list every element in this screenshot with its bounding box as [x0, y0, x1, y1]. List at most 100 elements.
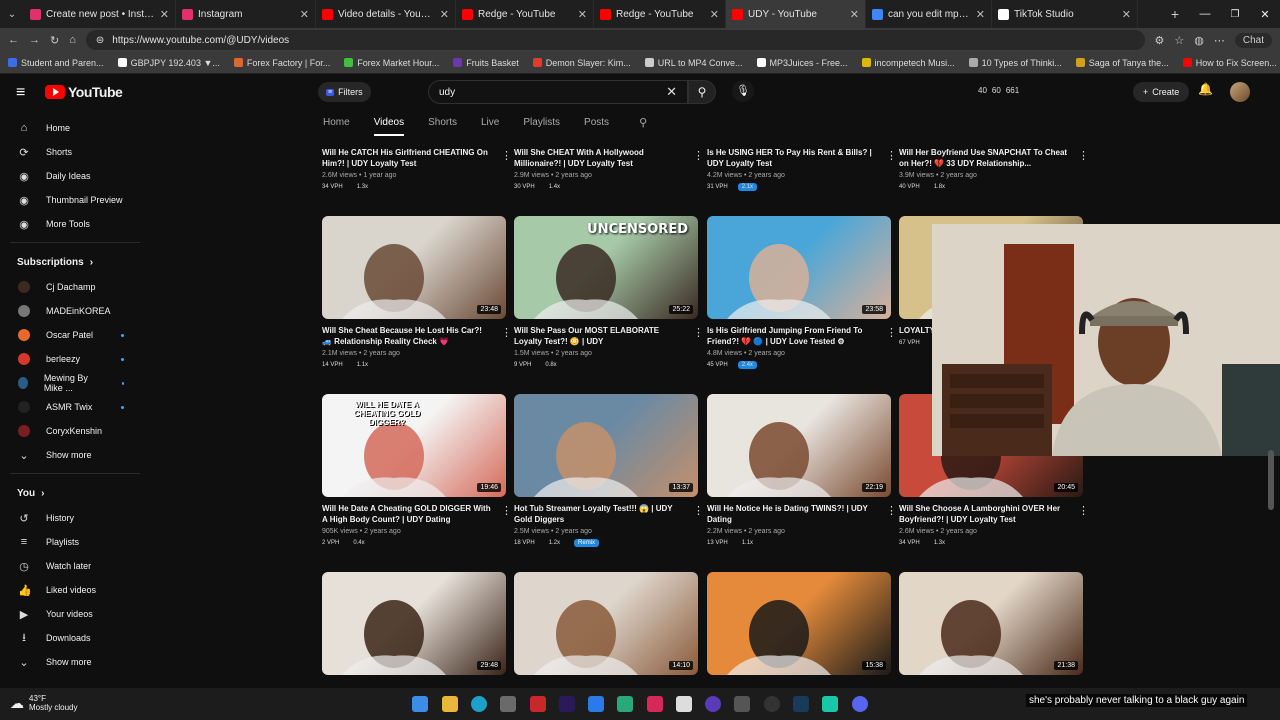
- video-options-icon[interactable]: ⋮: [501, 326, 512, 339]
- site-info-icon[interactable]: ⊜: [96, 35, 104, 46]
- file-explorer-icon[interactable]: [442, 696, 458, 712]
- app-icon-blue[interactable]: [588, 696, 604, 712]
- channel-tab-live[interactable]: Live: [481, 112, 499, 136]
- app-icon-pink[interactable]: [647, 696, 663, 712]
- video-options-icon[interactable]: ⋮: [501, 504, 512, 517]
- bookmark-item[interactable]: Demon Slayer: Kim...: [532, 58, 631, 68]
- video-thumbnail[interactable]: 14:10: [514, 572, 698, 675]
- video-title[interactable]: Will He CATCH His Girlfriend CHEATING On…: [322, 147, 492, 169]
- bookmark-star-icon[interactable]: ☆: [1174, 34, 1184, 47]
- close-tab-icon[interactable]: ✕: [578, 8, 587, 21]
- sidebar-sub-item[interactable]: Mewing By Mike ...: [0, 371, 150, 395]
- sidebar-sub-item[interactable]: Cj Dachamp: [0, 275, 150, 299]
- app-icon-green[interactable]: [617, 696, 633, 712]
- close-tab-icon[interactable]: ✕: [976, 8, 985, 21]
- video-options-icon[interactable]: ⋮: [886, 149, 897, 162]
- video-thumbnail[interactable]: 21:38: [899, 572, 1083, 675]
- browser-tab[interactable]: Video details - YouTube Stu ✕: [316, 0, 456, 28]
- video-thumbnail[interactable]: 23:48: [322, 216, 506, 319]
- maximize-icon[interactable]: ❐: [1220, 9, 1250, 20]
- video-card[interactable]: Is He USING HER To Pay His Rent & Bills?…: [707, 141, 897, 191]
- store-icon[interactable]: [500, 696, 516, 712]
- video-title[interactable]: Is He USING HER To Pay His Rent & Bills?…: [707, 147, 877, 169]
- video-title[interactable]: Will He Date A Cheating GOLD DIGGER With…: [322, 503, 492, 525]
- video-card[interactable]: Will Her Boyfriend Use SNAPCHAT To Cheat…: [899, 141, 1089, 191]
- sidebar-sub-item[interactable]: berleezy: [0, 347, 150, 371]
- channel-tab-videos[interactable]: Videos: [373, 112, 405, 136]
- premiere-icon[interactable]: [559, 696, 575, 712]
- sidebar-item-shorts[interactable]: ⟳ Shorts: [0, 140, 150, 164]
- video-thumbnail[interactable]: UNCENSORED 25:22: [514, 216, 698, 319]
- sidebar-item-thumbnail-preview[interactable]: ◉ Thumbnail Preview: [0, 188, 150, 212]
- sidebar-item-playlists[interactable]: ≡ Playlists: [0, 530, 150, 554]
- sidebar-item-more-tools[interactable]: ◉ More Tools: [0, 212, 150, 236]
- video-title[interactable]: Will She Pass Our MOST ELABORATE Loyalty…: [514, 325, 684, 347]
- browser-tab[interactable]: UDY - YouTube ✕: [726, 0, 866, 28]
- extension-stats[interactable]: 40 60 661: [978, 86, 1019, 95]
- avatar[interactable]: [1230, 82, 1250, 102]
- bookmark-item[interactable]: URL to MP4 Conve...: [644, 58, 743, 68]
- sidebar-sub-item[interactable]: Oscar Patel: [0, 323, 150, 347]
- forward-icon[interactable]: →: [29, 34, 40, 46]
- remix-badge[interactable]: Remix: [574, 539, 600, 547]
- browser-tab[interactable]: Redge - YouTube ✕: [594, 0, 726, 28]
- close-tab-icon[interactable]: ✕: [160, 8, 169, 21]
- close-tab-icon[interactable]: ✕: [1122, 8, 1131, 21]
- bookmark-item[interactable]: incompetech Musi...: [861, 58, 955, 68]
- notifications-icon[interactable]: 🔔: [1198, 82, 1213, 96]
- video-options-icon[interactable]: ⋮: [693, 504, 704, 517]
- video-title[interactable]: Will Her Boyfriend Use SNAPCHAT To Cheat…: [899, 147, 1069, 169]
- sidebar-item-home[interactable]: ⌂ Home: [0, 116, 150, 140]
- bookmark-item[interactable]: Forex Factory | For...: [233, 58, 330, 68]
- video-card[interactable]: 13:37 Hot Tub Streamer Loyalty Test!!! 😱 …: [514, 394, 704, 547]
- browser-tab[interactable]: Instagram ✕: [176, 0, 316, 28]
- weather-widget[interactable]: ☁ 43°F Mostly cloudy: [10, 694, 77, 712]
- video-title[interactable]: Will She Choose A Lamborghini OVER Her B…: [899, 503, 1069, 525]
- scrollbar[interactable]: [1268, 450, 1274, 510]
- bookmark-item[interactable]: Forex Market Hour...: [344, 58, 439, 68]
- video-title[interactable]: Will He Notice He is Dating TWINS?! | UD…: [707, 503, 877, 525]
- channel-tab-playlists[interactable]: Playlists: [523, 112, 560, 136]
- video-card[interactable]: 23:58 Is His Girlfriend Jumping From Frie…: [707, 216, 897, 369]
- video-card[interactable]: 15:38: [707, 572, 891, 675]
- clear-search-icon[interactable]: ✕: [666, 84, 677, 100]
- reload-icon[interactable]: ↻: [50, 34, 59, 47]
- create-button[interactable]: + Create: [1133, 82, 1190, 102]
- sidebar-item-daily-ideas[interactable]: ◉ Daily Ideas: [0, 164, 150, 188]
- channel-tab-posts[interactable]: Posts: [584, 112, 609, 136]
- video-options-icon[interactable]: ⋮: [886, 326, 897, 339]
- close-tab-icon[interactable]: ✕: [300, 8, 309, 21]
- app-icon-purple[interactable]: [705, 696, 721, 712]
- calculator-icon[interactable]: [734, 696, 750, 712]
- back-icon[interactable]: ←: [8, 34, 19, 46]
- bookmark-item[interactable]: How to Fix Screen...: [1182, 58, 1277, 68]
- edge-icon[interactable]: [471, 696, 487, 712]
- video-title[interactable]: Will She Cheat Because He Lost His Car?!…: [322, 325, 492, 347]
- video-options-icon[interactable]: ⋮: [1078, 149, 1089, 162]
- video-thumbnail[interactable]: WILL HE DATE A CHEATING GOLD DIGGER? 19:4…: [322, 394, 506, 497]
- close-tab-icon[interactable]: ✕: [710, 8, 719, 21]
- sidebar-item-liked-videos[interactable]: 👍 Liked videos: [0, 578, 150, 602]
- extensions-icon[interactable]: ⚙: [1155, 34, 1165, 47]
- video-card[interactable]: Will He CATCH His Girlfriend CHEATING On…: [322, 141, 512, 191]
- start-icon[interactable]: [412, 696, 428, 712]
- close-tab-icon[interactable]: ✕: [850, 8, 859, 21]
- more-menu-icon[interactable]: ⋯: [1214, 34, 1225, 47]
- sidebar-item-your-videos[interactable]: ▶ Your videos: [0, 602, 150, 626]
- video-title[interactable]: Will She CHEAT With A Hollywood Milliona…: [514, 147, 684, 169]
- bookmark-item[interactable]: 10 Types of Thinki...: [968, 58, 1062, 68]
- filters-button[interactable]: ≡ Filters: [318, 82, 371, 102]
- show-more-you[interactable]: ⌄ Show more: [0, 650, 150, 674]
- channel-tab-shorts[interactable]: Shorts: [428, 112, 457, 136]
- app-icon-white[interactable]: [676, 696, 692, 712]
- youtube-logo[interactable]: YouTube: [45, 84, 123, 100]
- bookmark-item[interactable]: Saga of Tanya the...: [1075, 58, 1169, 68]
- sidebar-sub-item[interactable]: CoryxKenshin: [0, 419, 150, 443]
- sidebar-sub-item[interactable]: ASMR Twix: [0, 395, 150, 419]
- app-icon-teal[interactable]: [822, 696, 838, 712]
- channel-tab-home[interactable]: Home: [323, 112, 350, 136]
- show-more-subscriptions[interactable]: ⌄ Show more: [0, 443, 150, 467]
- you-heading[interactable]: You ›: [0, 480, 150, 506]
- bookmark-item[interactable]: MP3Juices - Free...: [756, 58, 848, 68]
- new-tab-icon[interactable]: +: [1160, 6, 1190, 22]
